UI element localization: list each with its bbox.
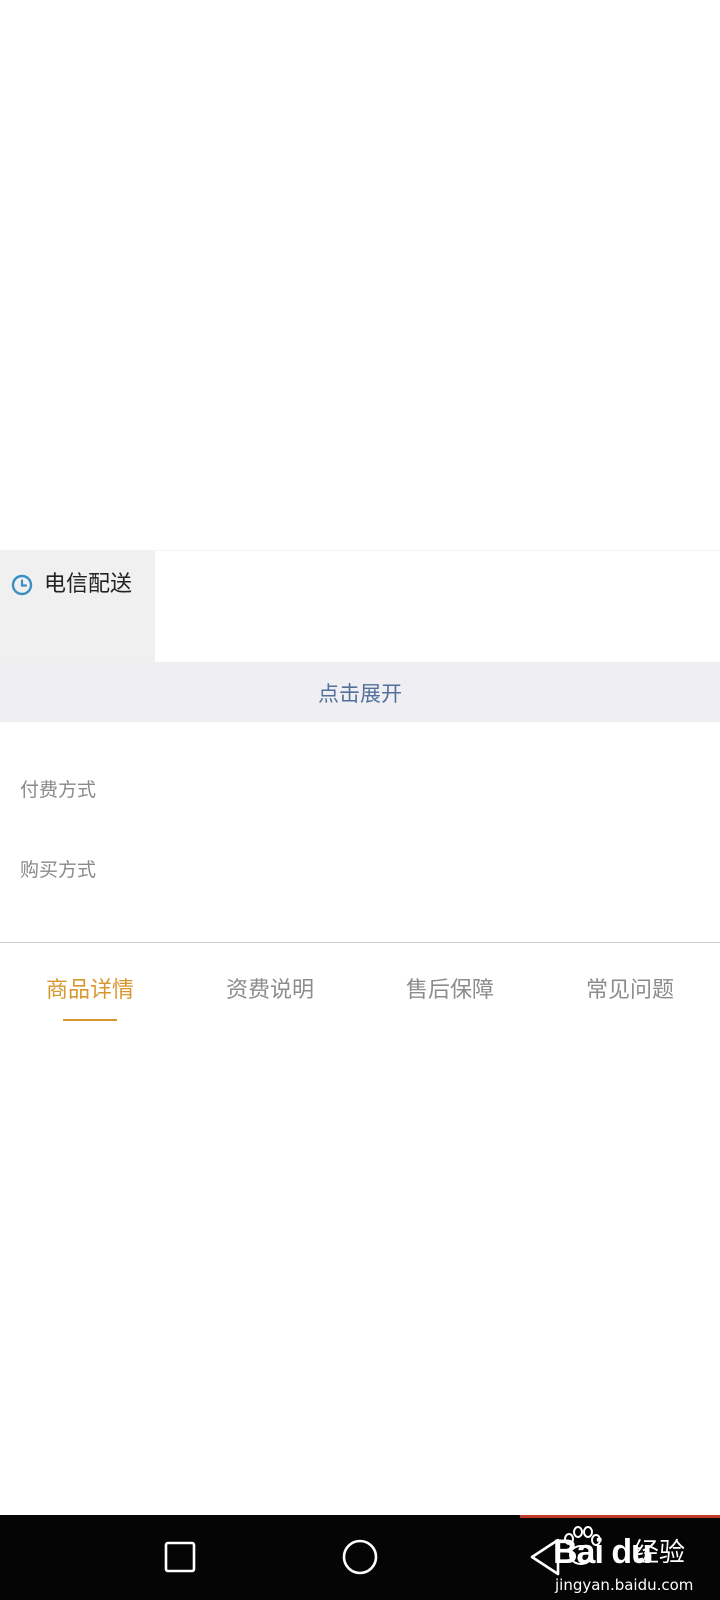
tab-fee-description[interactable]: 资费说明 bbox=[180, 943, 360, 1023]
tab-content-area bbox=[0, 1023, 720, 1515]
delivery-section: 电信配送 bbox=[0, 550, 720, 663]
tab-fee-description-label: 资费说明 bbox=[225, 978, 314, 1003]
payment-method-label: 付费方式 bbox=[20, 779, 97, 801]
detail-tabs: 商品详情 资费说明 售后保障 常见问题 bbox=[0, 943, 720, 1023]
watermark-url: jingyan.baidu.com bbox=[555, 1576, 694, 1594]
expand-label: 点击展开 bbox=[318, 682, 402, 706]
clock-icon bbox=[11, 574, 33, 596]
tab-product-details[interactable]: 商品详情 bbox=[0, 943, 180, 1023]
product-top-area bbox=[0, 0, 720, 550]
delivery-label: 电信配送 bbox=[44, 572, 133, 597]
expand-button[interactable]: 点击展开 bbox=[0, 662, 720, 722]
tab-after-sales-label: 售后保障 bbox=[405, 978, 494, 1003]
square-recents-icon bbox=[164, 1541, 196, 1573]
baidu-jingyan-watermark: Bai du 经验 jingyan.baidu.com bbox=[545, 1515, 720, 1600]
circle-home-icon bbox=[342, 1539, 378, 1575]
tab-after-sales[interactable]: 售后保障 bbox=[360, 943, 540, 1023]
purchase-method-label: 购买方式 bbox=[20, 859, 97, 881]
page: 电信配送 点击展开 付费方式 购买方式 商品详情 资费说明 售后保障 常见问题 bbox=[0, 0, 720, 1600]
tab-product-details-label: 商品详情 bbox=[45, 978, 134, 1003]
active-tab-indicator bbox=[63, 1019, 117, 1021]
tab-faq-label: 常见问题 bbox=[585, 978, 674, 1003]
watermark-product: 经验 bbox=[633, 1538, 686, 1568]
tab-faq[interactable]: 常见问题 bbox=[540, 943, 720, 1023]
recents-button[interactable] bbox=[140, 1515, 220, 1600]
delivery-tag: 电信配送 bbox=[0, 551, 155, 663]
home-button[interactable] bbox=[320, 1515, 400, 1600]
